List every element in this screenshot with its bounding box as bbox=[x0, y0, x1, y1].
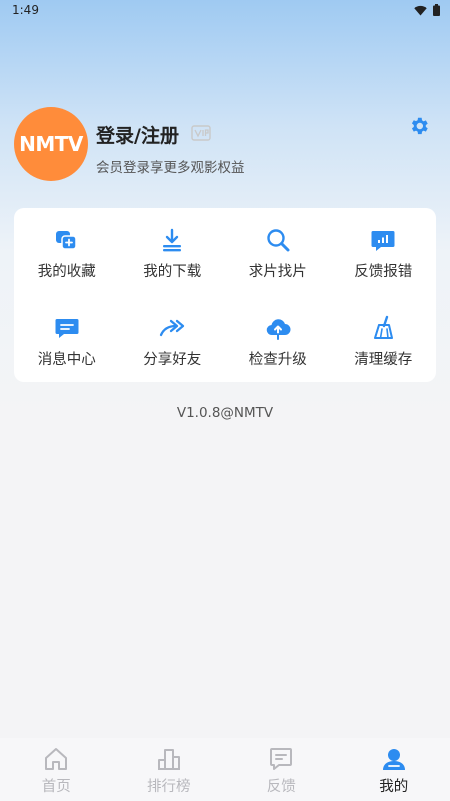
vip-badge-icon bbox=[191, 125, 211, 141]
version-text: V1.0.8@NMTV bbox=[176, 405, 274, 421]
search-icon bbox=[265, 226, 291, 254]
menu-item-upgrade[interactable]: 检查升级 bbox=[225, 296, 331, 382]
menu-item-label: 反馈报错 bbox=[354, 264, 413, 280]
profile-section[interactable]: NMTV 登录/注册 会员登录享更多观影权益 bbox=[14, 107, 436, 183]
menu-item-search[interactable]: 求片找片 bbox=[225, 208, 331, 296]
upgrade-icon bbox=[265, 314, 291, 342]
avatar[interactable]: NMTV bbox=[14, 107, 88, 181]
tab-label: 排行榜 bbox=[147, 779, 191, 795]
menu-item-feedback[interactable]: 反馈报错 bbox=[331, 208, 437, 296]
bottom-tab-bar: 首页 排行榜 反馈 我的 bbox=[0, 738, 450, 801]
tab-home[interactable]: 首页 bbox=[0, 738, 113, 801]
message-icon bbox=[54, 314, 80, 342]
menu-item-label: 清理缓存 bbox=[354, 352, 413, 368]
status-bar: 1:49 bbox=[0, 0, 450, 22]
tab-profile[interactable]: 我的 bbox=[338, 738, 450, 801]
menu-item-label: 分享好友 bbox=[143, 352, 202, 368]
menu-item-clear-cache[interactable]: 清理缓存 bbox=[331, 296, 437, 382]
menu-item-label: 求片找片 bbox=[248, 264, 307, 280]
tab-label: 首页 bbox=[41, 779, 71, 795]
menu-card: 我的收藏 我的下载 求片找片 反馈报错 消息中心 分享好友 检查升级 清理缓存 bbox=[14, 208, 436, 382]
tab-feedback[interactable]: 反馈 bbox=[225, 738, 338, 801]
menu-item-label: 我的收藏 bbox=[37, 264, 96, 280]
status-icons bbox=[414, 4, 440, 16]
feedback-icon bbox=[370, 226, 396, 254]
wifi-icon bbox=[414, 5, 427, 15]
battery-icon bbox=[433, 4, 440, 16]
gear-icon[interactable] bbox=[408, 115, 430, 137]
status-time: 1:49 bbox=[12, 3, 39, 17]
ranking-icon bbox=[157, 749, 180, 770]
broom-icon bbox=[370, 314, 396, 342]
profile-icon bbox=[382, 749, 405, 770]
tab-ranking[interactable]: 排行榜 bbox=[113, 738, 226, 801]
login-subtitle: 会员登录享更多观影权益 bbox=[96, 160, 245, 176]
menu-item-label: 检查升级 bbox=[248, 352, 307, 368]
menu-item-share[interactable]: 分享好友 bbox=[120, 296, 226, 382]
login-register-link[interactable]: 登录/注册 bbox=[96, 121, 179, 148]
menu-item-download[interactable]: 我的下载 bbox=[120, 208, 226, 296]
download-icon bbox=[159, 226, 185, 254]
menu-item-messages[interactable]: 消息中心 bbox=[14, 296, 120, 382]
feedback-tab-icon bbox=[270, 748, 293, 770]
share-icon bbox=[158, 314, 186, 342]
tab-label: 反馈 bbox=[266, 779, 296, 795]
menu-item-favorites[interactable]: 我的收藏 bbox=[14, 208, 120, 296]
favorites-icon bbox=[54, 226, 80, 254]
tab-label: 我的 bbox=[379, 779, 409, 795]
menu-item-label: 我的下载 bbox=[143, 264, 202, 280]
menu-item-label: 消息中心 bbox=[37, 352, 96, 368]
home-icon bbox=[45, 748, 68, 770]
